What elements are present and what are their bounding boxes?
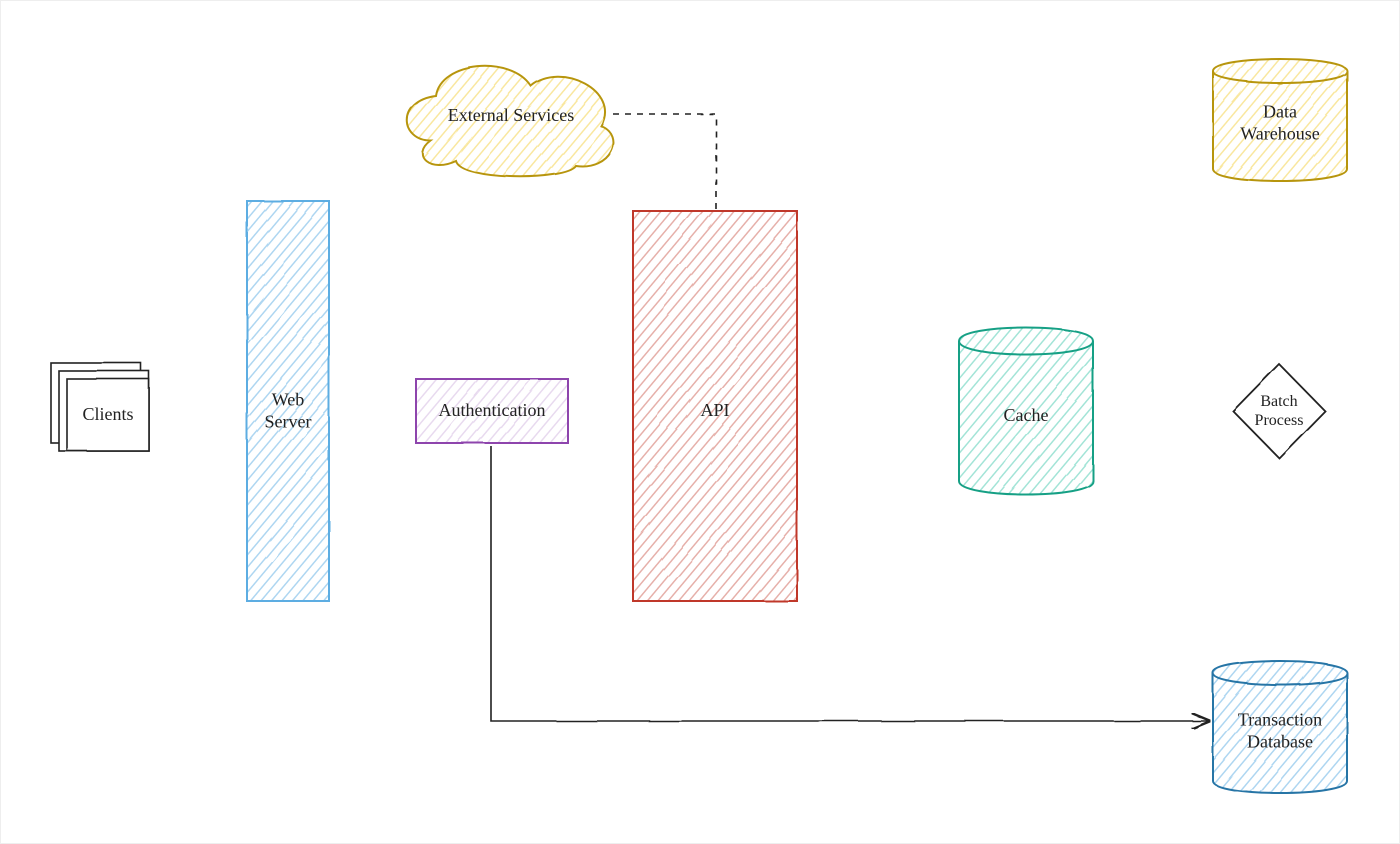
- node-batch-process: [1233, 364, 1325, 458]
- node-api: [633, 211, 797, 601]
- edge-api-external: [611, 114, 716, 209]
- node-data-warehouse: [1213, 59, 1347, 181]
- node-external-services: [407, 66, 613, 176]
- diagram-svg: [1, 1, 1400, 844]
- node-web-server: [247, 201, 329, 601]
- node-authentication: [416, 379, 568, 443]
- node-cache: [959, 328, 1093, 495]
- edge-auth-transactiondb: [491, 446, 1209, 721]
- node-transaction-database: [1213, 661, 1347, 793]
- diagram-canvas: Clients Web Server Authentication API Ca…: [0, 0, 1400, 844]
- node-clients: [51, 363, 149, 451]
